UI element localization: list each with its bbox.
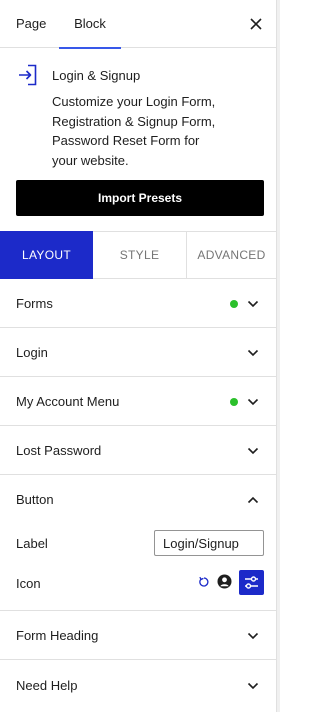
label-field-label: Label — [16, 536, 48, 551]
tab-style[interactable]: STYLE — [93, 232, 187, 279]
block-description: Customize your Login Form, Registration … — [52, 94, 216, 168]
panel-login[interactable]: Login — [0, 329, 276, 377]
tab-page[interactable]: Page — [16, 0, 46, 48]
panel-label: Need Help — [16, 678, 78, 693]
close-button[interactable] — [244, 12, 268, 36]
import-presets-button[interactable]: Import Presets — [16, 180, 264, 216]
icon-field-label: Icon — [16, 576, 41, 591]
user-avatar-icon[interactable] — [217, 574, 232, 589]
chevron-down-icon — [247, 300, 259, 308]
panel-label[interactable]: Button — [16, 492, 54, 507]
panel-need-help[interactable]: Need Help — [0, 661, 276, 712]
reset-icon[interactable] — [198, 576, 210, 588]
panel-label: Login — [16, 345, 48, 360]
panel-label: My Account Menu — [16, 394, 120, 409]
chevron-down-icon — [247, 349, 259, 357]
status-dot — [230, 398, 238, 406]
panel-form-heading[interactable]: Form Heading — [0, 612, 276, 660]
sidebar-edge — [276, 0, 280, 712]
panel-lost-password[interactable]: Lost Password — [0, 427, 276, 475]
tab-advanced[interactable]: ADVANCED — [187, 232, 276, 279]
chevron-up-icon[interactable] — [246, 493, 260, 507]
icon-settings-button[interactable] — [239, 570, 264, 595]
panel-forms[interactable]: Forms — [0, 280, 276, 328]
login-icon — [16, 63, 40, 90]
tab-layout[interactable]: LAYOUT — [0, 231, 93, 279]
block-settings-sidebar: Page Block Login & Signup Customize your… — [0, 0, 276, 712]
panel-label: Lost Password — [16, 443, 102, 458]
chevron-down-icon — [247, 447, 259, 455]
status-dot — [230, 300, 238, 308]
chevron-down-icon — [247, 398, 259, 406]
button-label-input[interactable] — [154, 530, 264, 556]
sidebar-header: Page Block — [0, 0, 276, 49]
panel-my-account-menu[interactable]: My Account Menu — [0, 378, 276, 426]
panel-label: Form Heading — [16, 628, 99, 643]
close-icon — [250, 18, 262, 30]
chevron-down-icon — [247, 682, 259, 690]
panel-label: Forms — [16, 296, 53, 311]
tab-block[interactable]: Block — [59, 0, 121, 49]
chevron-down-icon — [247, 632, 259, 640]
block-title: Login & Signup — [52, 68, 141, 83]
settings-sliders-icon — [245, 576, 258, 589]
style-tabs: LAYOUT STYLE ADVANCED — [0, 231, 276, 279]
